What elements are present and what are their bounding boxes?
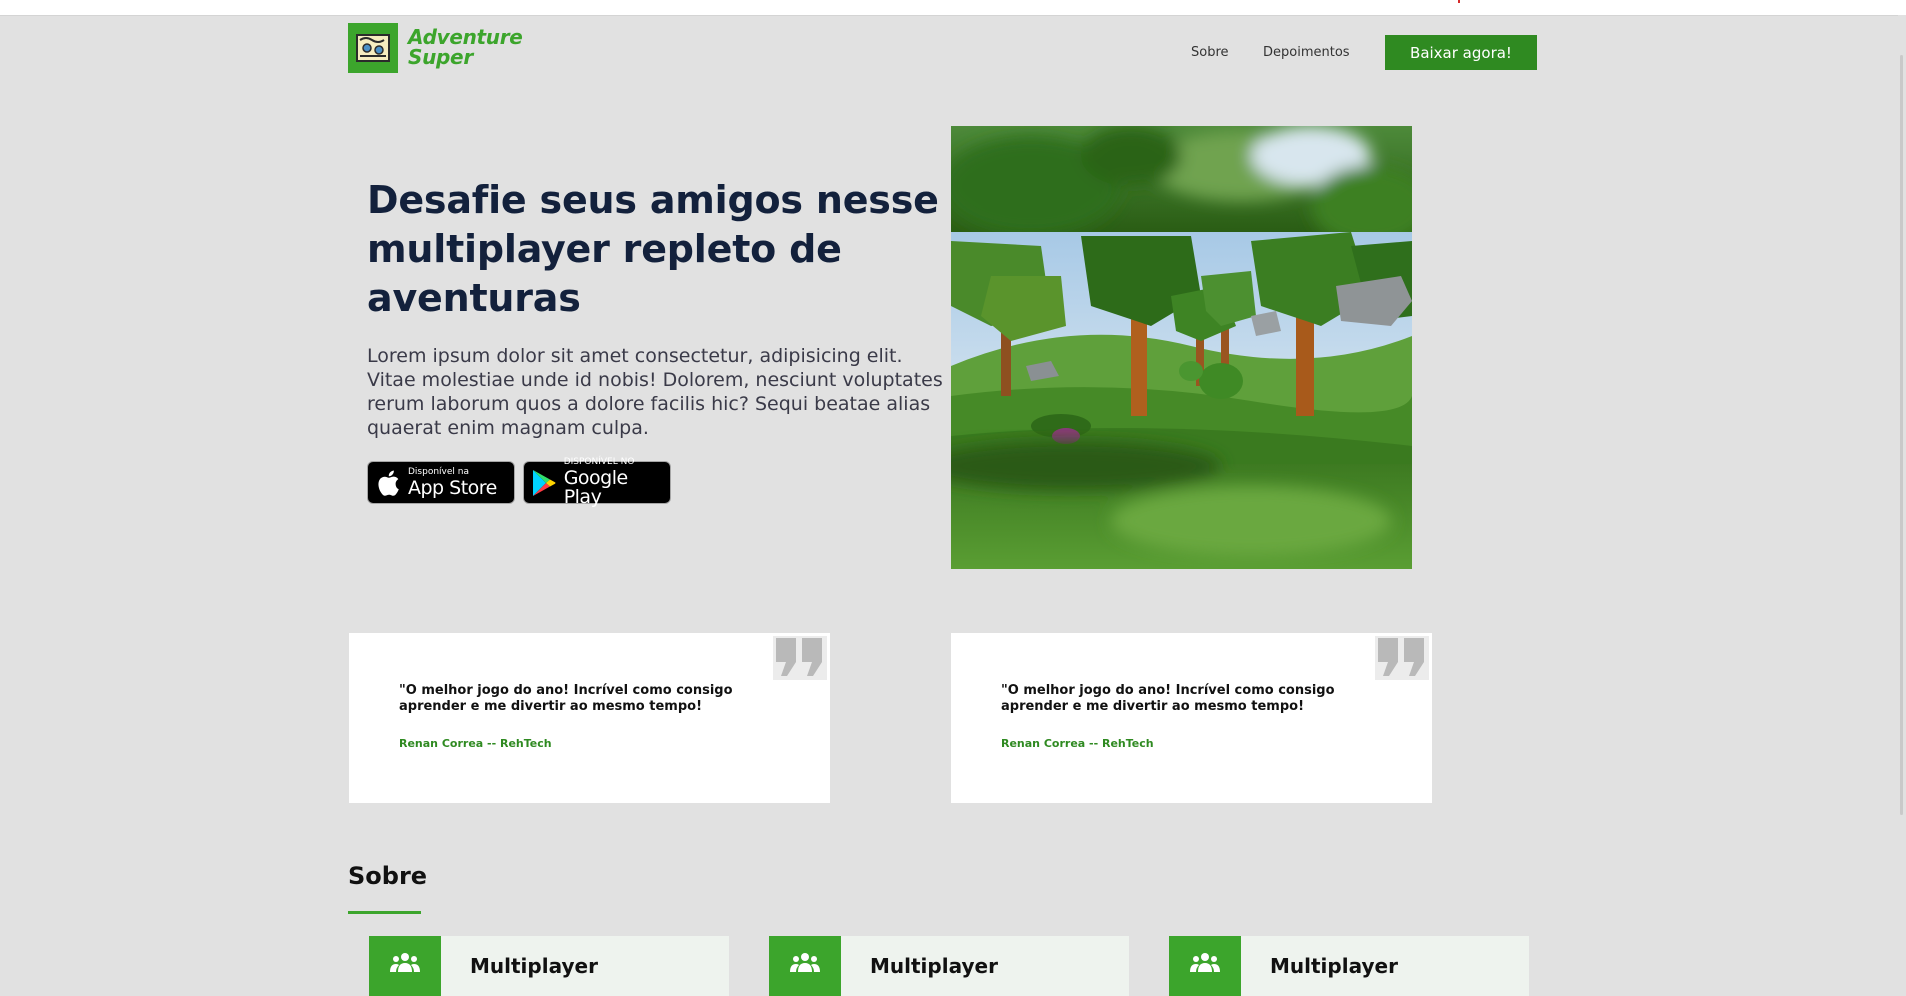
browser-top-strip <box>0 0 1906 16</box>
nav-link-depoimentos[interactable]: Depoimentos <box>1263 45 1350 60</box>
testimonial-card: "O melhor jogo do ano! Incrível como con… <box>951 633 1432 803</box>
red-mark <box>1458 0 1460 3</box>
feature-card: Multiplayer <box>369 936 729 996</box>
app-store-big-label: App Store <box>408 476 497 499</box>
title-underline <box>348 911 421 914</box>
hero-description: Lorem ipsum dolor sit amet consectetur, … <box>367 345 943 439</box>
google-play-big-label: Google Play <box>563 467 629 508</box>
vertical-scrollbar[interactable] <box>1898 15 1906 973</box>
sobre-section-title: Sobre <box>348 862 428 890</box>
feature-card: Multiplayer <box>769 936 1129 996</box>
users-icon <box>369 936 441 996</box>
testimonial-quote: "O melhor jogo do ano! Incrível como con… <box>399 683 733 714</box>
google-play-icon <box>524 469 564 497</box>
apple-icon <box>368 469 408 497</box>
scrollbar-thumb[interactable] <box>1900 55 1903 815</box>
hero-title: Desafie seus amigos nesse multiplayer re… <box>367 178 939 320</box>
nav-link-sobre[interactable]: Sobre <box>1191 45 1229 60</box>
google-play-small-label: DISPONÍVEL NO <box>563 457 635 467</box>
logo-line-2: Super <box>408 45 473 69</box>
app-store-small-label: Disponível na <box>408 466 469 477</box>
testimonial-card: "O melhor jogo do ano! Incrível como con… <box>349 633 830 803</box>
hero-game-image <box>951 126 1412 569</box>
app-store-button[interactable]: Disponível na App Store <box>367 461 515 504</box>
download-now-button[interactable]: Baixar agora! <box>1385 35 1537 70</box>
quote-icon <box>1375 636 1429 680</box>
google-play-button[interactable]: DISPONÍVEL NO Google Play <box>523 457 671 508</box>
users-icon <box>769 936 841 996</box>
feature-title: Multiplayer <box>870 954 998 978</box>
logo-line-1: Adventure <box>408 25 523 49</box>
feature-title: Multiplayer <box>1270 954 1398 978</box>
testimonial-author: Renan Correa -- RehTech <box>1001 737 1154 750</box>
feature-title: Multiplayer <box>470 954 598 978</box>
testimonial-author: Renan Correa -- RehTech <box>399 737 552 750</box>
feature-card: Multiplayer <box>1169 936 1529 996</box>
users-icon <box>1169 936 1241 996</box>
logo-icon[interactable] <box>348 23 398 73</box>
quote-icon <box>773 636 827 680</box>
logo-text[interactable]: Adventure Super <box>408 27 523 67</box>
testimonial-quote: "O melhor jogo do ano! Incrível como con… <box>1001 683 1335 714</box>
